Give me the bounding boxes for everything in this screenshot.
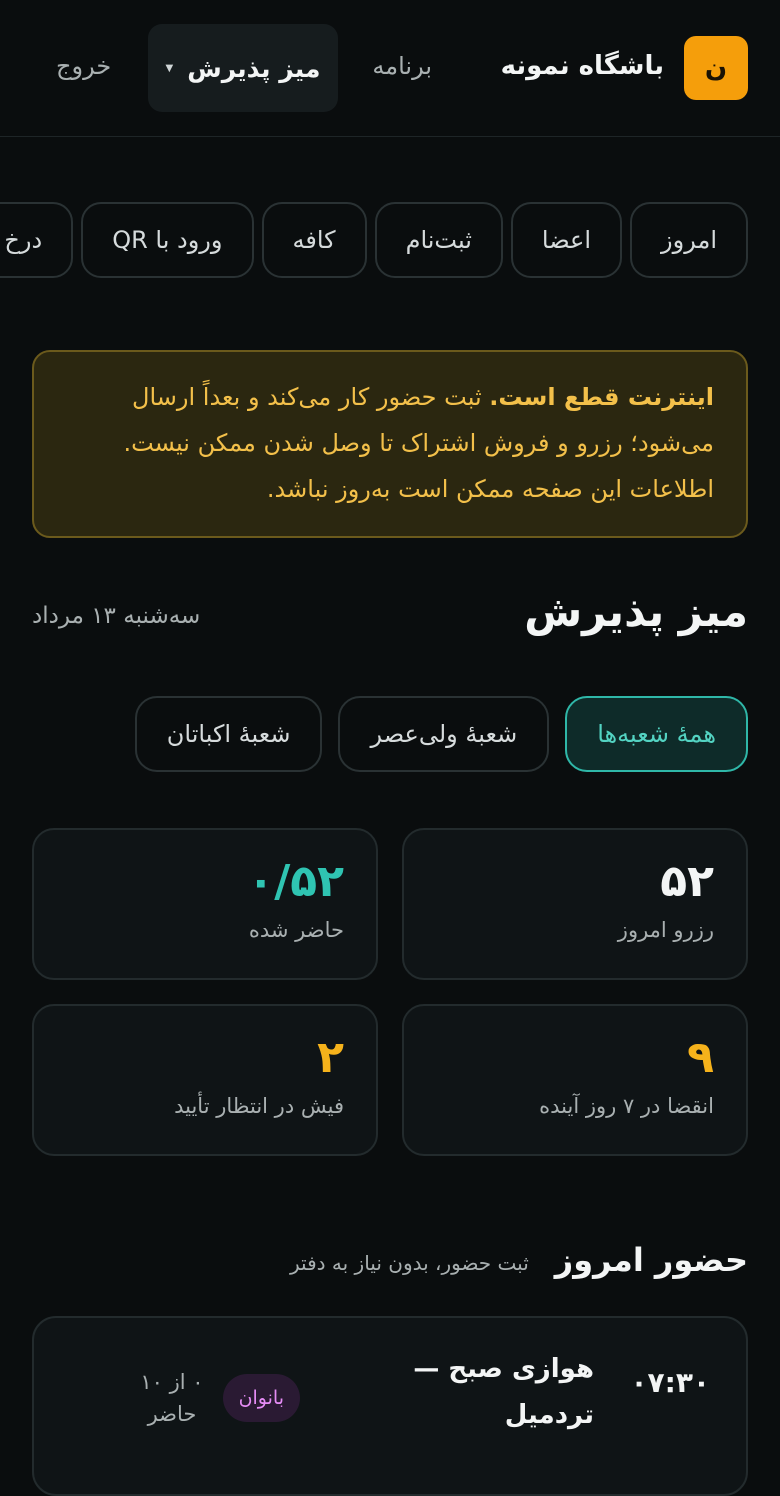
chevron-down-icon: ▼: [165, 62, 174, 74]
stat-value: ۰/۵۲: [247, 856, 344, 907]
class-attendance-card[interactable]: ۰۷:۳۰ هوازی صبح — تردمیل بانوان ۰ از ۱۰ …: [32, 1316, 748, 1496]
page-title: میز پذیرش: [524, 587, 748, 636]
tab-register[interactable]: ثبت‌نام: [374, 202, 503, 278]
stat-label: رزرو امروز: [617, 918, 714, 942]
stat-value: ۵۲: [660, 856, 714, 907]
branch-ekbatan[interactable]: شعبهٔ اکباتان: [134, 696, 323, 772]
stat-card-attended[interactable]: ۰/۵۲ حاضر شده: [32, 828, 378, 980]
tab-requests[interactable]: درخ: [0, 202, 74, 278]
top-navigation-bar: ن باشگاه نمونه برنامه میز پذیرش ▼ خروج: [0, 0, 780, 137]
nav-reception-label: میز پذیرش: [187, 53, 321, 83]
nav-program-link[interactable]: برنامه: [372, 44, 432, 88]
branch-filter: همهٔ شعبه‌ها شعبهٔ ولی‌عصر شعبهٔ اکباتان: [134, 696, 748, 772]
section-subtitle: ثبت حضور، بدون نیاز به دفتر: [290, 1251, 529, 1275]
class-name: هوازی صبح — تردمیل: [413, 1354, 594, 1430]
tab-today[interactable]: امروز: [630, 202, 748, 278]
branch-valiasr[interactable]: شعبهٔ ولی‌عصر: [338, 696, 550, 772]
section-tabs: امروز اعضا ثبت‌نام کافه ورود با QR درخ: [0, 202, 748, 278]
nav-reception-dropdown[interactable]: میز پذیرش ▼: [148, 24, 338, 112]
class-time: ۰۷:۳۰: [630, 1366, 710, 1399]
stat-label: انقضا در ۷ روز آینده: [539, 1094, 714, 1118]
stat-value: ۲: [317, 1032, 344, 1083]
tab-qr-entry[interactable]: ورود با QR: [81, 202, 254, 278]
stat-label: حاضر شده: [248, 918, 344, 942]
section-title: حضور امروز: [554, 1241, 748, 1279]
audience-badge: بانوان: [222, 1374, 300, 1422]
stat-card-expiring[interactable]: ۹ انقضا در ۷ روز آینده: [402, 1004, 748, 1156]
page-date: سه‌شنبه ۱۳ مرداد: [32, 603, 201, 629]
stat-value: ۹: [687, 1032, 714, 1083]
stat-card-pending-receipts[interactable]: ۲ فیش در انتظار تأیید: [32, 1004, 378, 1156]
tab-members[interactable]: اعضا: [510, 202, 623, 278]
offline-alert: اینترنت قطع است. ثبت حضور کار می‌کند و ب…: [32, 350, 748, 538]
tab-cafe[interactable]: کافه: [261, 202, 367, 278]
logout-link[interactable]: خروج: [56, 44, 111, 88]
club-logo[interactable]: ن: [684, 36, 748, 100]
attendance-count: ۰ از ۱۰ حاضر: [140, 1370, 204, 1426]
stat-label: فیش در انتظار تأیید: [174, 1094, 344, 1118]
alert-title: اینترنت قطع است.: [489, 383, 714, 411]
club-name: باشگاه نمونه: [500, 51, 664, 81]
stat-card-reservations[interactable]: ۵۲ رزرو امروز: [402, 828, 748, 980]
branch-all[interactable]: همهٔ شعبه‌ها: [565, 696, 748, 772]
